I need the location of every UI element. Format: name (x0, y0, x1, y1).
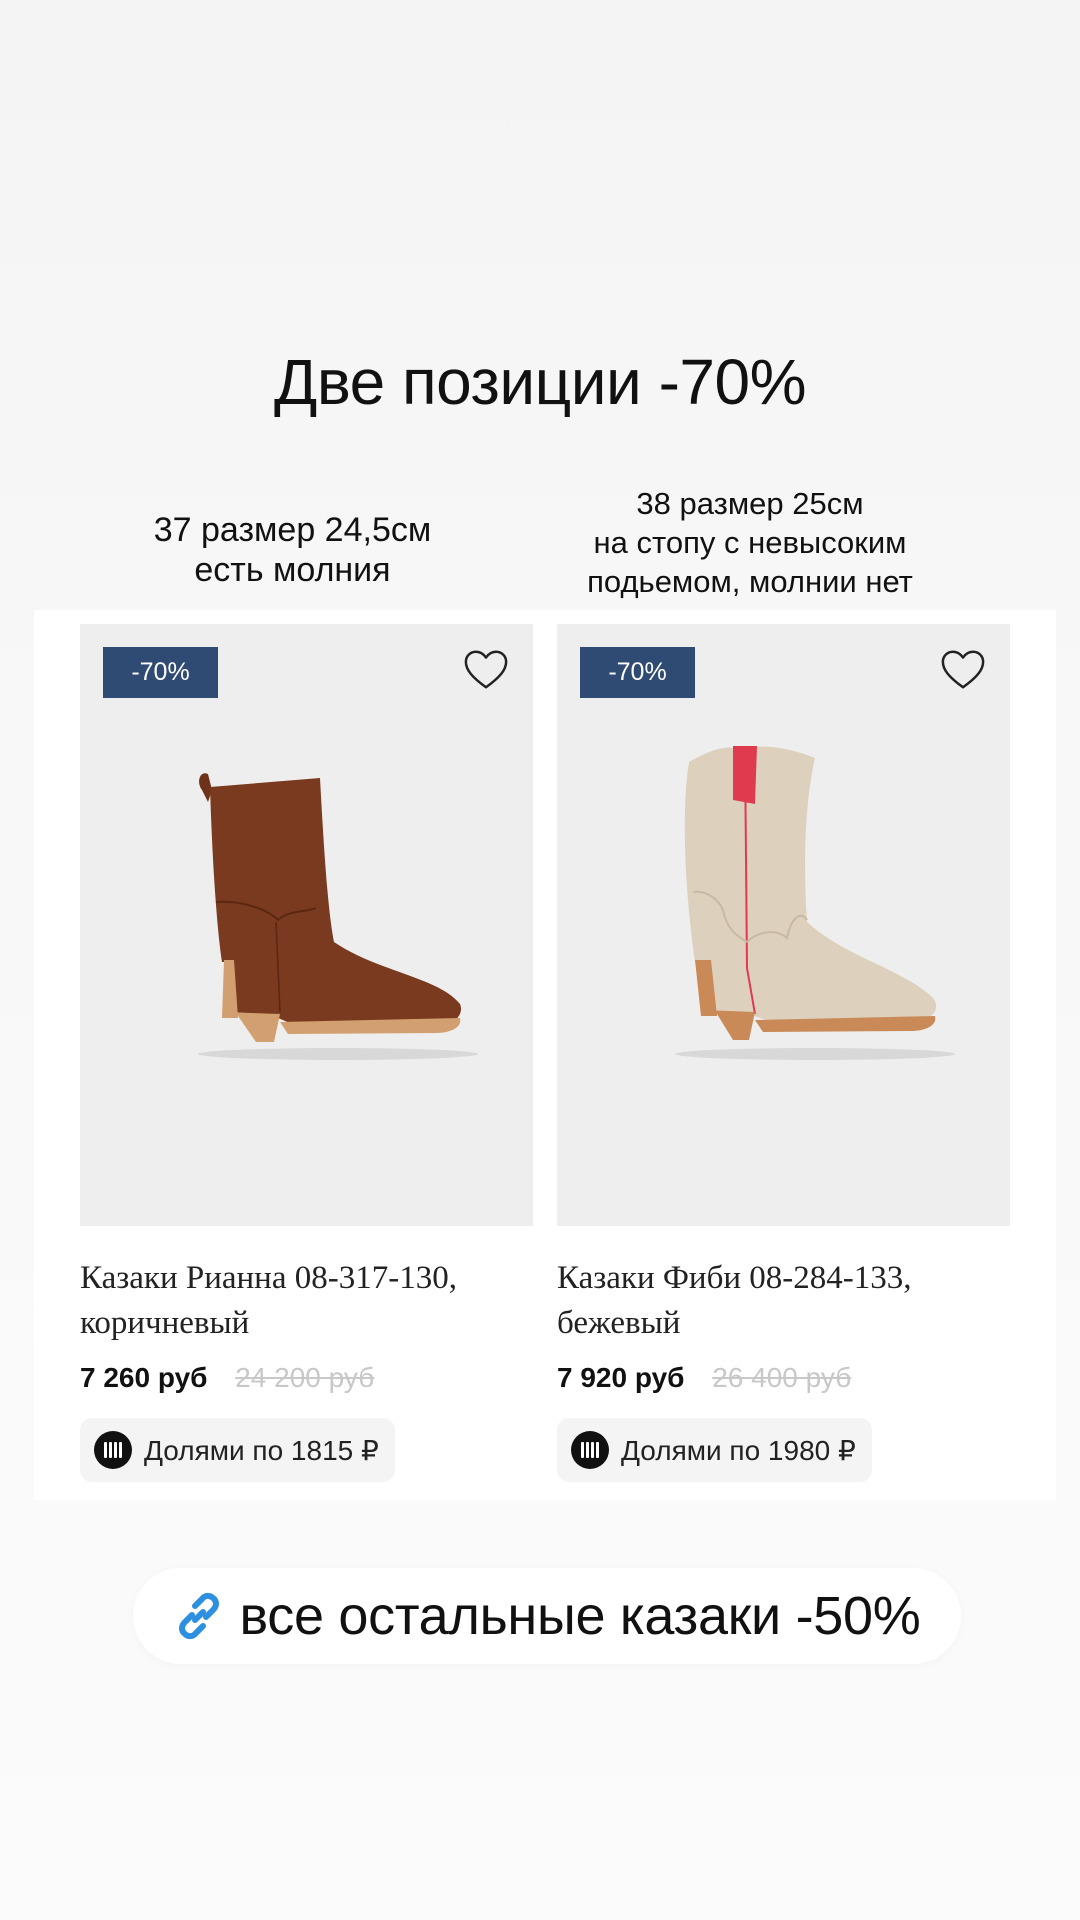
headline: Две позиции -70% (274, 346, 806, 418)
product-card-2[interactable]: -70% Казаки Фиби 08-284-133, бежевый 7 9… (557, 624, 1010, 1482)
size-note-line: 38 размер 25см (636, 486, 864, 521)
discount-badge: -70% (103, 647, 218, 698)
product-title[interactable]: Казаки Рианна 08-317-130, коричневый (80, 1256, 533, 1346)
product-title-line: коричневый (80, 1305, 250, 1341)
product-title[interactable]: Казаки Фиби 08-284-133, бежевый (557, 1256, 1010, 1346)
fit-note-line: на стопу с невысоким (593, 525, 907, 560)
product-photo[interactable]: -70% (80, 624, 533, 1226)
installment-button[interactable]: Долями по 1980 ₽ (557, 1418, 872, 1482)
discount-badge: -70% (580, 647, 695, 698)
old-price: 24 200 руб (235, 1362, 375, 1393)
size-note-left: 37 размер 24,5см есть молния (60, 510, 525, 590)
product-card-1[interactable]: -70% Казаки Рианна 08-317-130, коричневы… (80, 624, 533, 1482)
installment-button[interactable]: Долями по 1815 ₽ (80, 1418, 395, 1482)
heart-icon[interactable] (463, 648, 509, 692)
product-prices: 7 920 руб 26 400 руб (557, 1358, 1010, 1398)
size-note-line: 37 размер 24,5см (153, 511, 432, 549)
link-label: все остальные казаки -50% (239, 1586, 921, 1646)
link-icon (179, 1592, 220, 1640)
link-sticker[interactable]: все остальные казаки -50% (133, 1568, 961, 1664)
brown-boot-image (198, 773, 478, 1060)
product-catalog: -70% Казаки Рианна 08-317-130, коричневы… (34, 610, 1056, 1500)
fit-note-line: подьемом, молнии нет (587, 564, 913, 599)
link-icon-stroke (192, 1609, 207, 1623)
installment-label: Долями по 1980 ₽ (621, 1434, 856, 1466)
size-note-right: 38 размер 25см на стопу с невысоким подь… (530, 484, 970, 601)
product-title-line: бежевый (557, 1305, 681, 1341)
dolyami-icon (571, 1431, 609, 1469)
beige-boot-image (675, 746, 955, 1060)
dolyami-icon (94, 1431, 132, 1469)
product-title-line: Казаки Фиби 08-284-133, (557, 1260, 912, 1296)
product-title-line: Казаки Рианна 08-317-130, (80, 1260, 457, 1296)
product-prices: 7 260 руб 24 200 руб (80, 1358, 533, 1398)
installment-label: Долями по 1815 ₽ (144, 1434, 379, 1466)
old-price: 26 400 руб (712, 1362, 852, 1393)
current-price: 7 260 руб (80, 1362, 208, 1393)
zipper-note-line: есть молния (194, 551, 391, 589)
current-price: 7 920 руб (557, 1362, 685, 1393)
heart-icon[interactable] (940, 648, 986, 692)
product-photo[interactable]: -70% (557, 624, 1010, 1226)
